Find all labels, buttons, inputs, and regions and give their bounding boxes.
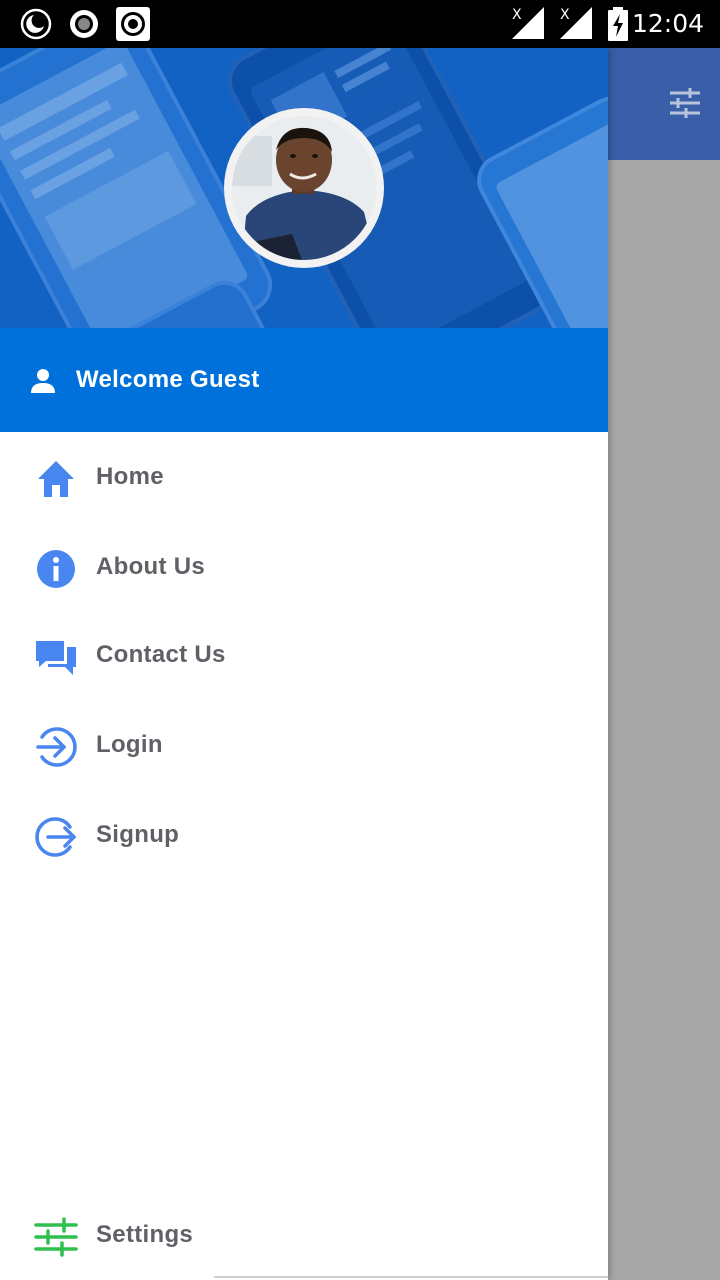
person-icon bbox=[31, 369, 55, 393]
menu-item-about-us[interactable]: About Us bbox=[0, 522, 608, 612]
menu-item-signup[interactable]: Signup bbox=[0, 790, 608, 880]
menu-item-label: About Us bbox=[96, 553, 206, 580]
chat-icon bbox=[36, 641, 76, 675]
status-bar: X X 12:04 bbox=[0, 0, 720, 48]
signal-x-icon: X bbox=[512, 7, 544, 39]
svg-text:X: X bbox=[512, 7, 522, 23]
settings-sliders-icon bbox=[34, 1217, 78, 1257]
welcome-text: Welcome Guest bbox=[76, 366, 260, 393]
signal-x-icon: X bbox=[560, 7, 592, 39]
battery-charging-icon bbox=[608, 7, 628, 41]
target-icon bbox=[116, 7, 150, 41]
menu-item-label: Home bbox=[96, 463, 164, 490]
avatar[interactable] bbox=[232, 116, 376, 260]
menu-item-home[interactable]: Home bbox=[0, 432, 608, 522]
login-icon bbox=[36, 727, 77, 767]
drawer-header bbox=[0, 48, 608, 328]
navigation-drawer: Welcome Guest Home About Us Contact Us L… bbox=[0, 48, 608, 1280]
menu-item-login[interactable]: Login bbox=[0, 700, 608, 790]
clock: 12:04 bbox=[631, 9, 704, 38]
tune-icon[interactable] bbox=[668, 86, 702, 120]
user-photo bbox=[232, 116, 376, 260]
menu-item-contact-us[interactable]: Contact Us bbox=[0, 610, 608, 700]
app-content-scrim[interactable] bbox=[608, 160, 720, 1280]
menu-item-label: Login bbox=[96, 731, 163, 758]
info-icon bbox=[37, 550, 75, 588]
menu-item-label: Settings bbox=[96, 1221, 194, 1248]
home-icon bbox=[38, 461, 74, 497]
bottom-divider bbox=[214, 1276, 608, 1278]
app-header bbox=[608, 48, 720, 160]
welcome-bar: Welcome Guest bbox=[0, 328, 608, 432]
menu-item-settings[interactable]: Settings bbox=[0, 1190, 608, 1280]
record-icon bbox=[70, 10, 98, 38]
svg-text:X: X bbox=[560, 7, 570, 23]
signup-icon bbox=[35, 817, 76, 857]
moon-icon bbox=[20, 8, 52, 40]
menu-item-label: Contact Us bbox=[96, 641, 226, 668]
menu-item-label: Signup bbox=[96, 821, 180, 848]
avatar-ring bbox=[224, 108, 384, 268]
